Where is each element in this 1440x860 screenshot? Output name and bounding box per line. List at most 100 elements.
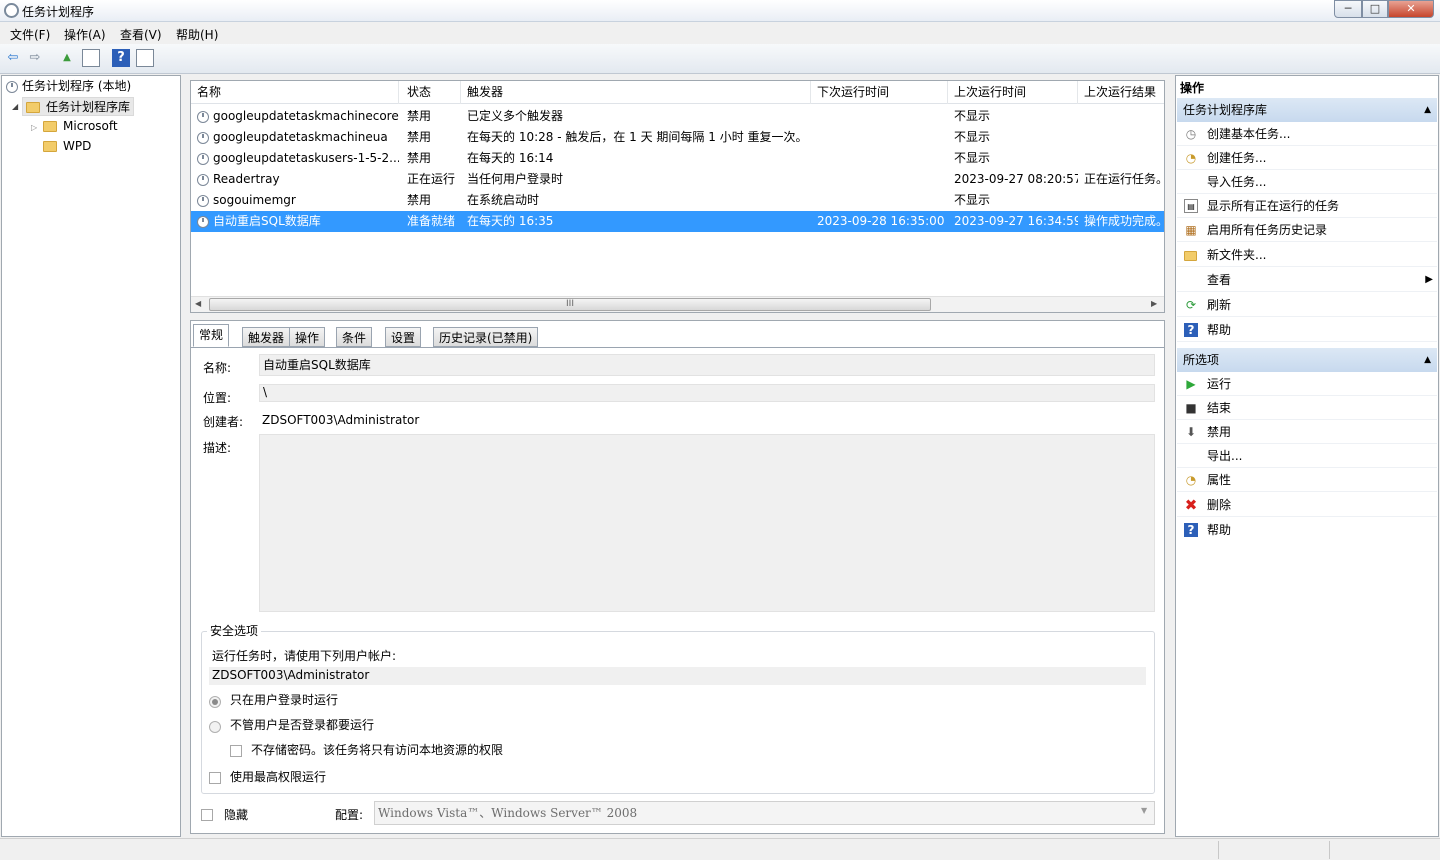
config-select[interactable]: Windows Vista™、Windows Server™ 2008	[374, 801, 1155, 825]
back-icon[interactable]: ⇦	[4, 49, 22, 67]
show-hide-action-pane-icon[interactable]	[136, 49, 154, 67]
action-disable[interactable]: ⬇ 禁用	[1177, 420, 1437, 444]
task-trigger: 在系统启动时	[467, 193, 540, 207]
clock-icon: ◔	[1185, 473, 1197, 487]
description-field[interactable]	[259, 434, 1155, 612]
task-row-selected[interactable]: 自动重启SQL数据库 准备就绪 在每天的 16:35 2023-09-28 16…	[191, 211, 1164, 232]
no-password-checkbox[interactable]	[230, 743, 242, 757]
col-next-run[interactable]: 下次运行时间	[811, 81, 948, 104]
tree-item-library[interactable]: 任务计划程序库	[22, 97, 135, 116]
tree-item-wpd[interactable]: WPD	[43, 137, 91, 156]
col-last-run[interactable]: 上次运行时间	[948, 81, 1078, 104]
action-label: 禁用	[1207, 425, 1232, 439]
tree-item-label: Microsoft	[63, 119, 118, 133]
col-status[interactable]: 状态	[401, 81, 461, 104]
expand-arrow-icon[interactable]: ▷	[31, 118, 37, 137]
tree-item-root[interactable]: 任务计划程序 (本地)	[6, 77, 131, 96]
col-name[interactable]: 名称	[191, 81, 399, 104]
menu-help[interactable]: 帮助(H)	[176, 26, 218, 43]
action-label: 新文件夹...	[1207, 248, 1267, 262]
play-icon: ▶	[1186, 377, 1196, 391]
task-row[interactable]: sogouimemgr 禁用 在系统启动时 不显示	[191, 190, 1164, 211]
highest-privileges-label: 使用最高权限运行	[230, 770, 327, 784]
action-label: 帮助	[1207, 323, 1232, 337]
task-name: sogouimemgr	[213, 193, 296, 207]
task-name: googleupdatetaskmachinecore	[213, 109, 399, 123]
task-trigger: 已定义多个触发器	[467, 109, 564, 123]
tab-triggers[interactable]: 触发器	[242, 327, 291, 347]
task-row[interactable]: googleupdatetaskmachinecore 禁用 已定义多个触发器 …	[191, 106, 1164, 127]
action-enable-history[interactable]: ▦ 启用所有任务历史记录	[1177, 218, 1437, 242]
section-selected-header[interactable]: 所选项 ▲	[1177, 348, 1437, 372]
collapse-up-icon[interactable]: ▲	[1424, 348, 1431, 372]
name-field[interactable]: 自动重启SQL数据库	[259, 354, 1155, 376]
scroll-left-icon[interactable]: ◀	[195, 297, 201, 311]
task-next-run: 2023-09-28 16:35:00	[817, 214, 945, 228]
task-trigger: 当任何用户登录时	[467, 172, 564, 186]
action-label: 显示所有正在运行的任务	[1207, 199, 1340, 213]
tab-settings[interactable]: 设置	[385, 327, 422, 347]
action-import-task[interactable]: 导入任务...	[1177, 170, 1437, 194]
location-field[interactable]: \	[259, 384, 1155, 402]
action-refresh[interactable]: ⟳ 刷新	[1177, 293, 1437, 317]
clock-icon	[197, 152, 209, 165]
highest-privileges-checkbox[interactable]	[209, 770, 221, 784]
chevron-down-icon[interactable]: ▼	[1141, 806, 1147, 815]
radio-whether-logged-on[interactable]	[209, 719, 221, 733]
radio-logged-on[interactable]	[209, 694, 221, 708]
task-last-run: 不显示	[954, 193, 991, 207]
section-library-header[interactable]: 任务计划程序库 ▲	[1177, 98, 1437, 122]
action-help-selected[interactable]: ? 帮助	[1177, 518, 1437, 542]
minimize-button[interactable]: ─	[1334, 0, 1362, 18]
col-last-result[interactable]: 上次运行结果	[1078, 81, 1164, 104]
folder-icon	[26, 102, 40, 113]
close-button[interactable]: ✕	[1388, 0, 1434, 18]
tab-history[interactable]: 历史记录(已禁用)	[433, 327, 539, 347]
task-status: 准备就绪	[407, 214, 456, 228]
tree-item-microsoft[interactable]: Microsoft	[43, 117, 118, 136]
tab-general[interactable]: 常规	[193, 324, 230, 347]
task-row[interactable]: Readertray 正在运行 当任何用户登录时 2023-09-27 08:2…	[191, 169, 1164, 190]
action-label: 创建任务...	[1207, 151, 1267, 165]
task-status: 禁用	[407, 151, 432, 165]
scroll-right-icon[interactable]: ▶	[1151, 297, 1157, 311]
task-list: 名称 状态 触发器 下次运行时间 上次运行时间 上次运行结果 googleupd…	[190, 80, 1165, 313]
action-export[interactable]: 导出...	[1177, 444, 1437, 468]
action-show-running[interactable]: ▤ 显示所有正在运行的任务	[1177, 194, 1437, 218]
collapse-arrow-icon[interactable]: ◢	[12, 97, 18, 116]
horizontal-scrollbar[interactable]: ◀ III ▶	[191, 296, 1164, 312]
menu-action[interactable]: 操作(A)	[64, 26, 106, 43]
scroll-thumb[interactable]: III	[209, 298, 931, 311]
show-hide-tree-icon[interactable]	[82, 49, 100, 67]
action-properties[interactable]: ◔ 属性	[1177, 468, 1437, 492]
tab-actions[interactable]: 操作	[289, 327, 326, 347]
maximize-button[interactable]: □	[1362, 0, 1388, 18]
forward-icon[interactable]: ⇨	[26, 49, 44, 67]
col-trigger[interactable]: 触发器	[461, 81, 811, 104]
window-list-icon: ▤	[1184, 199, 1198, 213]
action-create-basic-task[interactable]: ◷ 创建基本任务...	[1177, 122, 1437, 146]
help-icon[interactable]: ?	[112, 49, 130, 67]
action-end[interactable]: ■ 结束	[1177, 396, 1437, 420]
task-status: 禁用	[407, 109, 432, 123]
up-folder-icon[interactable]: ▲	[58, 49, 76, 67]
clock-icon	[197, 215, 209, 228]
action-run[interactable]: ▶ 运行	[1177, 372, 1437, 396]
clock-star-icon: ◔	[1185, 151, 1197, 165]
task-row[interactable]: googleupdatetaskusers-1-5-2... 禁用 在每天的 1…	[191, 148, 1164, 169]
collapse-up-icon[interactable]: ▲	[1424, 98, 1431, 122]
section-title: 任务计划程序库	[1183, 103, 1268, 117]
navigation-tree: 任务计划程序 (本地) ◢ 任务计划程序库 ▷ Microsoft WPD	[1, 75, 181, 837]
action-help[interactable]: ? 帮助	[1177, 318, 1437, 342]
task-next-run	[817, 106, 948, 127]
run-as-label: 运行任务时，请使用下列用户帐户:	[212, 649, 397, 663]
tab-conditions[interactable]: 条件	[336, 327, 373, 347]
menu-view[interactable]: 查看(V)	[120, 26, 162, 43]
action-create-task[interactable]: ◔ 创建任务...	[1177, 146, 1437, 170]
menu-file[interactable]: 文件(F)	[10, 26, 50, 43]
task-row[interactable]: googleupdatetaskmachineua 禁用 在每天的 10:28 …	[191, 127, 1164, 148]
action-delete[interactable]: ✖ 删除	[1177, 493, 1437, 517]
action-new-folder[interactable]: 新文件夹...	[1177, 243, 1437, 267]
action-view[interactable]: 查看 ▶	[1177, 268, 1437, 292]
hidden-checkbox[interactable]	[201, 807, 213, 821]
